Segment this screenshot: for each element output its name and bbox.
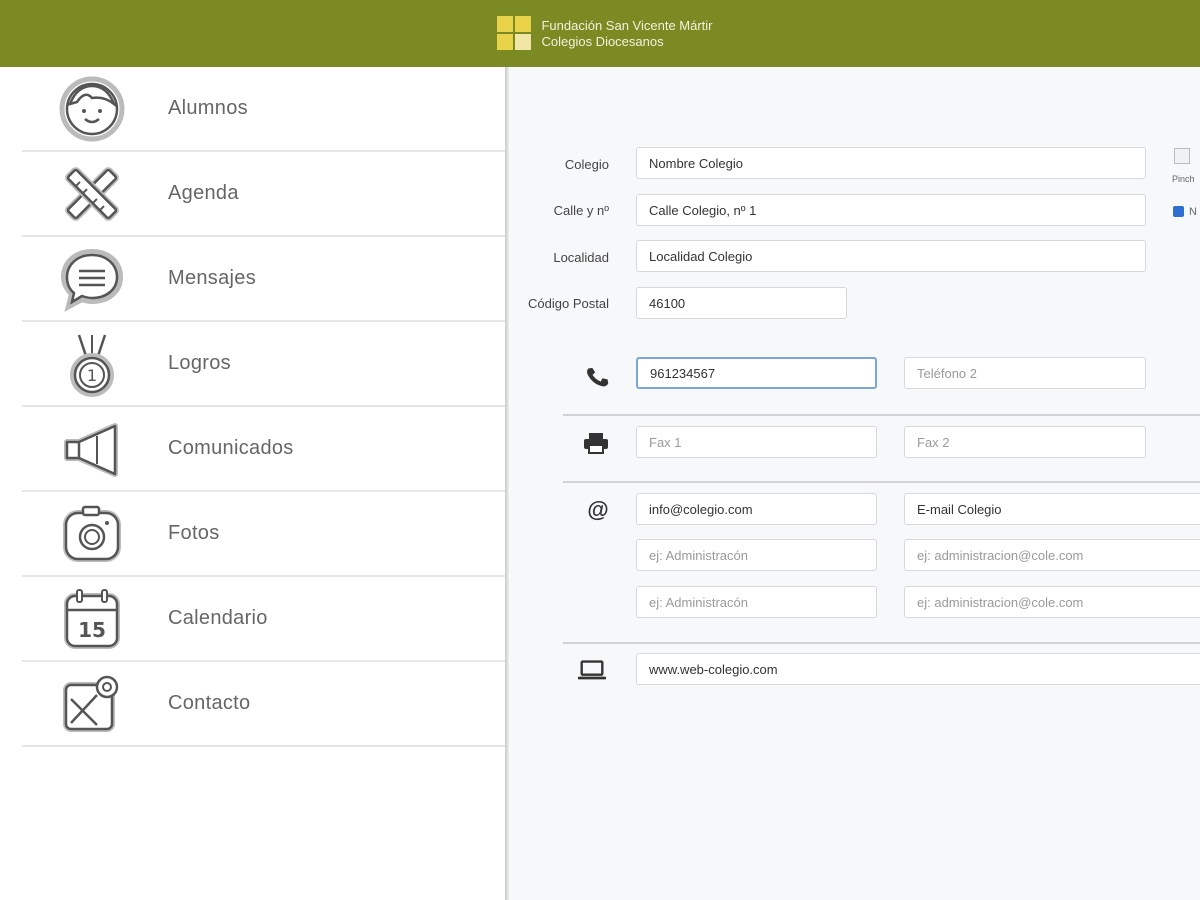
sidebar-item-label: Contacto	[168, 692, 251, 714]
fax-separator	[563, 481, 1200, 483]
svg-text:1: 1	[87, 366, 97, 385]
image-hint-text: Pinch	[1172, 174, 1195, 184]
sidebar-item-label: Alumnos	[168, 97, 248, 119]
email-2-input[interactable]	[904, 539, 1200, 571]
localidad-label: Localidad	[553, 250, 609, 265]
phone-separator	[563, 414, 1200, 416]
sidebar-item-logros[interactable]: 1 Logros	[22, 322, 508, 407]
calendar-icon: 15	[56, 583, 128, 655]
camera-icon	[56, 498, 128, 570]
sidebar: Alumnos Agenda Mensajes 1 Logros Comunic…	[22, 67, 508, 900]
org-name: Fundación San Vicente Mártir	[541, 17, 713, 33]
codigo-postal-label: Código Postal	[528, 296, 609, 311]
sidebar-item-label: Calendario	[168, 607, 268, 629]
sidebar-item-alumnos[interactable]: Alumnos	[22, 67, 508, 152]
brand: Fundación San Vicente Mártir Colegios Di…	[497, 15, 713, 52]
calle-label: Calle y nº	[553, 203, 609, 218]
sidebar-item-label: Logros	[168, 352, 231, 374]
sidebar-item-label: Mensajes	[168, 267, 256, 289]
checkbox[interactable]	[1173, 206, 1184, 217]
laptop-icon	[577, 655, 607, 685]
email-separator	[563, 642, 1200, 644]
sidebar-item-comunicados[interactable]: Comunicados	[22, 407, 508, 492]
sidebar-item-label: Fotos	[168, 522, 220, 544]
phone-icon	[583, 362, 613, 392]
email-3-input[interactable]	[904, 586, 1200, 618]
email-1-input[interactable]	[636, 493, 877, 525]
sidebar-item-contacto[interactable]: Contacto	[22, 662, 508, 747]
broken-image-icon[interactable]	[1174, 148, 1190, 164]
telefono-2-input[interactable]	[904, 357, 1146, 389]
telefono-1-input[interactable]	[636, 357, 877, 389]
sidebar-item-calendario[interactable]: 15 Calendario	[22, 577, 508, 662]
calle-input[interactable]	[636, 194, 1146, 226]
fax-2-input[interactable]	[904, 426, 1146, 458]
map-pin-icon	[56, 668, 128, 740]
app-header: Fundación San Vicente Mártir Colegios Di…	[0, 0, 1200, 67]
email-2-name-input[interactable]	[636, 539, 877, 571]
chat-bubble-icon	[56, 243, 128, 315]
colegio-label: Colegio	[564, 157, 609, 172]
sidebar-item-label: Agenda	[168, 182, 239, 204]
web-input[interactable]	[636, 653, 1200, 685]
medal-icon: 1	[56, 328, 128, 400]
email-3-name-input[interactable]	[636, 586, 877, 618]
megaphone-icon	[56, 413, 128, 485]
student-face-icon	[56, 73, 128, 145]
sidebar-item-label: Comunicados	[168, 437, 294, 459]
email-1-name-input[interactable]	[904, 493, 1200, 525]
pencil-ruler-icon	[56, 158, 128, 230]
fax-printer-icon	[581, 428, 611, 458]
org-subtitle: Colegios Diocesanos	[541, 33, 664, 49]
sidebar-item-fotos[interactable]: Fotos	[22, 492, 508, 577]
colegio-input[interactable]	[636, 147, 1146, 179]
localidad-input[interactable]	[636, 240, 1146, 272]
at-sign-icon: @	[587, 497, 609, 522]
codigo-postal-input[interactable]	[636, 287, 847, 319]
sidebar-item-agenda[interactable]: Agenda	[22, 152, 508, 237]
school-form-panel: Colegio Calle y nº Localidad Código Post…	[509, 67, 1200, 900]
fax-1-input[interactable]	[636, 426, 877, 458]
checkbox-label: N	[1189, 206, 1197, 218]
svg-text:15: 15	[78, 618, 106, 642]
foundation-logo-icon	[497, 15, 533, 52]
brand-text: Fundación San Vicente Mártir Colegios Di…	[541, 18, 712, 50]
sidebar-item-mensajes[interactable]: Mensajes	[22, 237, 508, 322]
